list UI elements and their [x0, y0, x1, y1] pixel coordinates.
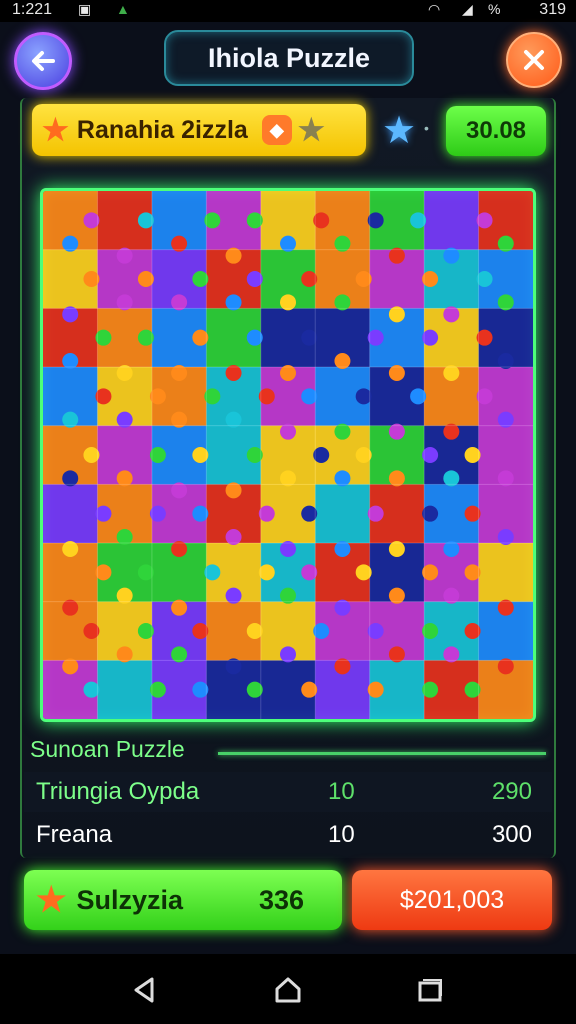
- page-title: Ihiola Puzzle: [164, 30, 414, 86]
- puzzle-grid[interactable]: [43, 191, 533, 719]
- star-icon: ★: [42, 113, 69, 147]
- recents-nav-icon[interactable]: [414, 974, 446, 1006]
- stat-value: 10: [328, 821, 355, 848]
- stat-total: 290: [491, 778, 532, 805]
- silver-star-icon: ★: [297, 113, 325, 147]
- separator-dot: •: [424, 120, 429, 136]
- primary-action-label: Sulzyzia: [76, 884, 184, 915]
- level-label: Ranahia 2izzla: [76, 115, 248, 144]
- badge-icon: ◆: [261, 115, 292, 145]
- status-right-text: 319: [539, 1, 566, 18]
- stat-row: Triungia Oypda 10 290: [24, 772, 552, 812]
- back-nav-icon[interactable]: [128, 974, 160, 1006]
- section-divider: [218, 752, 546, 755]
- home-nav-icon[interactable]: [272, 974, 304, 1006]
- level-banner: ★ Ranahia 2izzla ◆ ★: [32, 104, 366, 156]
- stat-row: Freana 10 300: [24, 815, 552, 855]
- status-bar: 1:221 ▣ ▲ ◠ ◢ % 319: [0, 0, 576, 22]
- close-button[interactable]: [506, 32, 562, 88]
- puzzle-piece[interactable]: [97, 660, 153, 719]
- secondary-action-button[interactable]: $201,003: [352, 870, 552, 930]
- back-button[interactable]: [14, 32, 72, 90]
- section-title: Sunoan Puzzle: [30, 736, 185, 762]
- puzzle-piece[interactable]: [424, 191, 480, 251]
- stat-name: Triungia Oypda: [36, 778, 200, 805]
- primary-action-count: 336: [258, 884, 304, 915]
- status-time: 1:221: [12, 1, 53, 18]
- puzzle-board[interactable]: [40, 188, 536, 722]
- puzzle-piece[interactable]: [43, 484, 98, 544]
- blue-star-icon: ★: [382, 110, 417, 152]
- star-icon: ★: [36, 881, 67, 919]
- stat-value: 10: [328, 778, 355, 805]
- battery-percent: %: [488, 1, 501, 17]
- puzzle-piece[interactable]: [478, 543, 533, 603]
- close-icon: [524, 50, 544, 70]
- primary-action-button[interactable]: ★ Sulzyzia 336: [24, 870, 342, 930]
- navigation-bar: [0, 954, 576, 1024]
- puzzle-piece[interactable]: [315, 484, 371, 544]
- wifi-icon: ◠: [428, 1, 441, 17]
- stat-total: 300: [491, 821, 532, 848]
- image-icon: ▲: [116, 1, 130, 17]
- signal-icon: ◢: [462, 1, 473, 17]
- arrow-left-icon: [32, 51, 55, 71]
- score-badge: 30.08: [446, 106, 546, 156]
- stat-name: Freana: [36, 821, 113, 848]
- notification-icon: ▣: [78, 1, 92, 17]
